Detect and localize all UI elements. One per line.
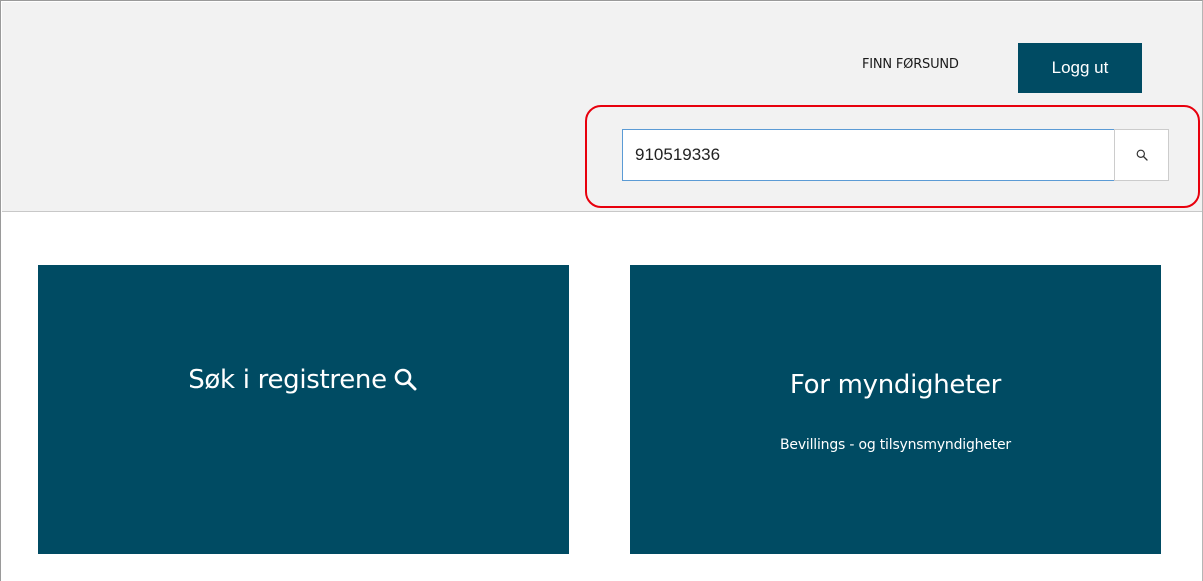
- tile-for-authorities[interactable]: For myndigheter Bevillings - og tilsynsm…: [630, 265, 1161, 554]
- user-name: FINN FØRSUND: [862, 57, 959, 72]
- search-icon: [394, 368, 417, 391]
- tile-title: For myndigheter: [789, 370, 1002, 400]
- search-icon: [1136, 149, 1148, 161]
- tile-subtitle: Bevillings - og tilsynsmyndigheter: [780, 437, 1011, 453]
- tile-title-row: Søk i registrene: [38, 365, 569, 395]
- search-button[interactable]: [1114, 129, 1169, 181]
- page-frame: FINN FØRSUND Logg ut Søk i registrene Fo…: [0, 0, 1203, 581]
- tile-title: Søk i registrene: [188, 365, 387, 395]
- tile-search-registers[interactable]: Søk i registrene: [38, 265, 569, 554]
- logout-button[interactable]: Logg ut: [1018, 43, 1142, 93]
- search-input[interactable]: [622, 129, 1115, 181]
- page-header: FINN FØRSUND Logg ut: [2, 2, 1202, 212]
